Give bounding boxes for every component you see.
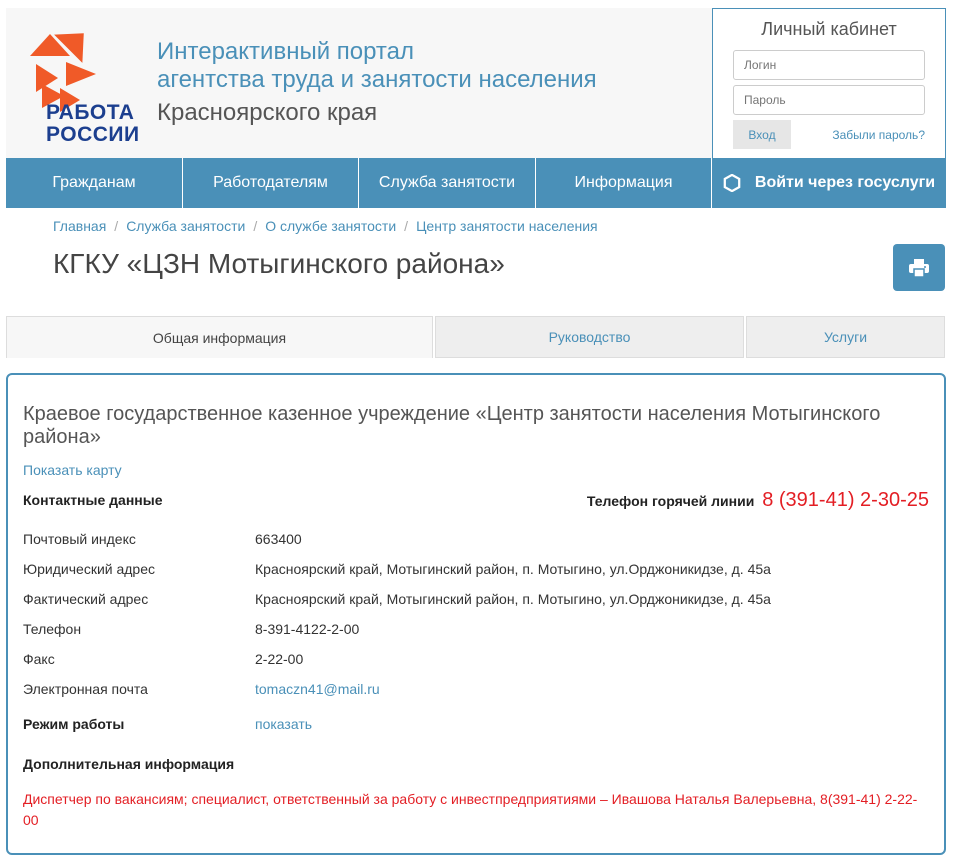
postal-code-label: Почтовый индекс <box>23 531 136 547</box>
actual-address-value: Красноярский край, Мотыгинский район, п.… <box>255 591 771 607</box>
page-title: КГКУ «ЦЗН Мотыгинского района» <box>53 248 505 279</box>
cabinet-title: Личный кабинет <box>761 19 897 39</box>
hotline: Телефон горячей линии 8 (391-41) 2-30-25 <box>587 489 929 512</box>
breadcrumb: Главная / Служба занятости / О службе занято… <box>53 218 598 234</box>
nav-item-information[interactable]: Информация <box>536 158 712 208</box>
breadcrumb-about-service[interactable]: О службе занятости <box>265 218 396 234</box>
additional-info-heading: Дополнительная информация <box>23 756 235 772</box>
postal-code-value: 663400 <box>255 531 302 547</box>
login-button[interactable]: Вход <box>733 120 791 149</box>
tab-leadership[interactable]: Руководство <box>435 316 744 358</box>
gosuslugi-label: Войти через госуслуги <box>754 174 936 191</box>
email-label: Электронная почта <box>23 681 148 697</box>
fax-label: Факс <box>23 651 55 667</box>
org-full-name: Краевое государственное казенное учрежде… <box>23 403 881 448</box>
work-mode-show-link[interactable]: показать <box>255 716 312 732</box>
tab-services[interactable]: Услуги <box>746 316 945 358</box>
hotline-label: Телефон горячей линии <box>586 493 755 509</box>
breadcrumb-employment-center[interactable]: Центр занятости населения <box>416 218 598 234</box>
breadcrumb-employment-service[interactable]: Служба занятости <box>126 218 245 234</box>
contacts-heading: Контактные данные <box>23 492 163 508</box>
portal-region: Красноярского края <box>157 99 378 126</box>
print-button[interactable] <box>893 244 945 291</box>
phone-value: 8-391-4122-2-00 <box>255 621 360 637</box>
forgot-password-link[interactable]: Забыли пароль? <box>832 128 925 142</box>
password-input[interactable] <box>733 85 925 115</box>
work-mode-label: Режим работы <box>23 716 125 732</box>
legal-address-value: Красноярский край, Мотыгинский район, п.… <box>255 561 771 577</box>
nav-item-employment-service[interactable]: Служба занятости <box>359 158 536 208</box>
login-input[interactable] <box>733 50 925 80</box>
logo-text: РАБОТА РОССИИ <box>46 101 140 146</box>
hotline-number[interactable]: 8 (391-41) 2-30-25 <box>762 489 929 511</box>
portal-title: Интерактивный портал агентства труда и з… <box>157 38 597 93</box>
site-header: РАБОТА РОССИИ Интерактивный портал агент… <box>6 8 712 158</box>
printer-icon <box>909 258 929 278</box>
breadcrumb-home[interactable]: Главная <box>53 218 106 234</box>
main-nav: Гражданам Работодателям Служба занятости… <box>6 158 946 208</box>
tab-general-info[interactable]: Общая информация <box>6 316 433 358</box>
gosuslugi-icon <box>723 174 741 192</box>
fax-value: 2-22-00 <box>255 651 304 667</box>
dispatcher-info: Диспетчер по вакансиям; специалист, отве… <box>23 791 918 828</box>
email-link[interactable]: tomaczn41@mail.ru <box>255 681 380 697</box>
personal-cabinet: Личный кабинет Вход Забыли пароль? <box>712 8 946 158</box>
legal-address-label: Юридический адрес <box>23 561 156 577</box>
show-map-link[interactable]: Показать карту <box>23 462 122 478</box>
nav-item-employers[interactable]: Работодателям <box>183 158 359 208</box>
phone-label: Телефон <box>23 621 82 637</box>
nav-item-citizens[interactable]: Гражданам <box>6 158 183 208</box>
gosuslugi-login-button[interactable]: Войти через госуслуги <box>712 158 946 208</box>
actual-address-label: Фактический адрес <box>23 591 149 607</box>
info-panel: Краевое государственное казенное учрежде… <box>6 373 946 855</box>
